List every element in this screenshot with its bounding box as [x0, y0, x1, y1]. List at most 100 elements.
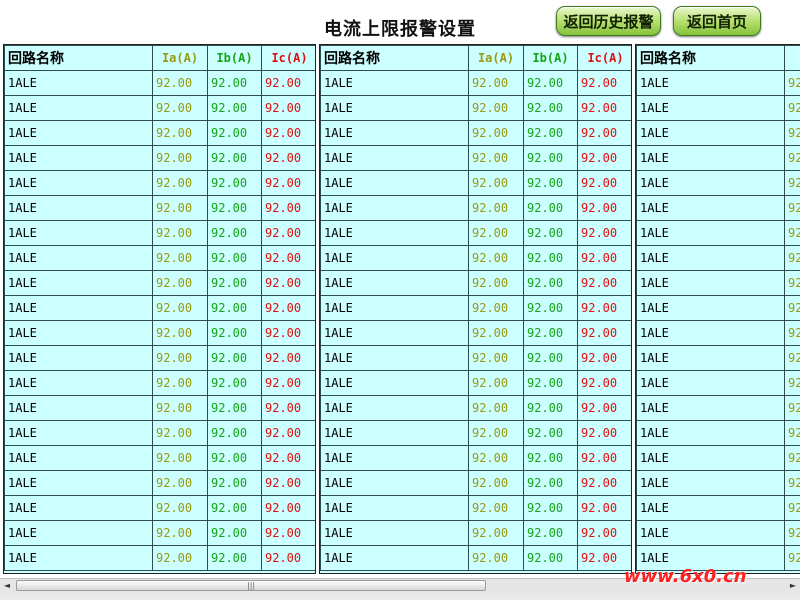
ic-limit-cell[interactable]: 92.00: [261, 320, 315, 346]
ic-limit-cell[interactable]: 92.00: [261, 420, 315, 446]
ia-limit-cell[interactable]: 92.00: [468, 470, 524, 496]
table-row[interactable]: 1ALE92: [636, 245, 800, 271]
table-row[interactable]: 1ALE 92.00 92.00 92.00: [320, 245, 631, 271]
ib-limit-cell[interactable]: 92.00: [523, 220, 578, 246]
table-row[interactable]: 1ALE92: [636, 495, 800, 521]
ia-limit-cell[interactable]: 92.00: [152, 470, 208, 496]
ia-limit-cell[interactable]: 92: [784, 470, 800, 496]
ic-limit-cell[interactable]: 92.00: [577, 445, 631, 471]
ia-limit-cell[interactable]: 92.00: [152, 270, 208, 296]
ia-limit-cell[interactable]: 92: [784, 120, 800, 146]
ic-limit-cell[interactable]: 92.00: [577, 220, 631, 246]
ib-limit-cell[interactable]: 92.00: [523, 470, 578, 496]
table-row[interactable]: 1ALE 92.00 92.00 92.00: [4, 295, 315, 321]
table-row[interactable]: 1ALE92: [636, 170, 800, 196]
table-row[interactable]: 1ALE 92.00 92.00 92.00: [4, 195, 315, 221]
table-row[interactable]: 1ALE 92.00 92.00 92.00: [4, 495, 315, 521]
ia-limit-cell[interactable]: 92: [784, 520, 800, 546]
ia-limit-cell[interactable]: 92.00: [152, 520, 208, 546]
ia-limit-cell[interactable]: 92.00: [152, 545, 208, 571]
table-row[interactable]: 1ALE92: [636, 395, 800, 421]
ib-limit-cell[interactable]: 92.00: [523, 95, 578, 121]
return-home-button[interactable]: 返回首页: [673, 6, 761, 36]
ic-limit-cell[interactable]: 92.00: [577, 395, 631, 421]
ia-limit-cell[interactable]: 92: [784, 495, 800, 521]
ib-limit-cell[interactable]: 92.00: [523, 370, 578, 396]
ia-limit-cell[interactable]: 92: [784, 295, 800, 321]
ia-limit-cell[interactable]: 92.00: [468, 95, 524, 121]
ia-limit-cell[interactable]: 92: [784, 245, 800, 271]
table-row[interactable]: 1ALE 92.00 92.00 92.00: [4, 445, 315, 471]
ia-limit-cell[interactable]: 92.00: [152, 195, 208, 221]
table-row[interactable]: 1ALE 92.00 92.00 92.00: [320, 145, 631, 171]
ic-limit-cell[interactable]: 92.00: [261, 520, 315, 546]
ib-limit-cell[interactable]: 92.00: [207, 395, 262, 421]
ib-limit-cell[interactable]: 92.00: [207, 345, 262, 371]
ia-limit-cell[interactable]: 92.00: [152, 120, 208, 146]
table-row[interactable]: 1ALE92: [636, 220, 800, 246]
table-row[interactable]: 1ALE 92.00 92.00 92.00: [4, 245, 315, 271]
ia-limit-cell[interactable]: 92.00: [152, 295, 208, 321]
ib-limit-cell[interactable]: 92.00: [207, 170, 262, 196]
ib-limit-cell[interactable]: 92.00: [523, 520, 578, 546]
ia-limit-cell[interactable]: 92.00: [152, 495, 208, 521]
table-row[interactable]: 1ALE 92.00 92.00 92.00: [320, 120, 631, 146]
table-row[interactable]: 1ALE92: [636, 520, 800, 546]
ia-limit-cell[interactable]: 92.00: [468, 195, 524, 221]
ic-limit-cell[interactable]: 92.00: [261, 220, 315, 246]
ia-limit-cell[interactable]: 92.00: [152, 445, 208, 471]
table-row[interactable]: 1ALE 92.00 92.00 92.00: [320, 195, 631, 221]
ib-limit-cell[interactable]: 92.00: [207, 470, 262, 496]
table-row[interactable]: 1ALE 92.00 92.00 92.00: [4, 545, 315, 571]
ia-limit-cell[interactable]: 92.00: [152, 395, 208, 421]
ic-limit-cell[interactable]: 92.00: [577, 320, 631, 346]
ib-limit-cell[interactable]: 92.00: [523, 345, 578, 371]
ic-limit-cell[interactable]: 92.00: [261, 195, 315, 221]
table-row[interactable]: 1ALE92: [636, 295, 800, 321]
ia-limit-cell[interactable]: 92.00: [152, 420, 208, 446]
ia-limit-cell[interactable]: 92.00: [468, 370, 524, 396]
table-row[interactable]: 1ALE 92.00 92.00 92.00: [320, 220, 631, 246]
table-row[interactable]: 1ALE 92.00 92.00 92.00: [320, 420, 631, 446]
ic-limit-cell[interactable]: 92.00: [577, 420, 631, 446]
ib-limit-cell[interactable]: 92.00: [207, 520, 262, 546]
ic-limit-cell[interactable]: 92.00: [261, 145, 315, 171]
ia-limit-cell[interactable]: 92.00: [152, 345, 208, 371]
table-row[interactable]: 1ALE92: [636, 195, 800, 221]
ia-limit-cell[interactable]: 92.00: [152, 220, 208, 246]
table-row[interactable]: 1ALE92: [636, 470, 800, 496]
table-row[interactable]: 1ALE92: [636, 345, 800, 371]
ia-limit-cell[interactable]: 92.00: [152, 170, 208, 196]
ic-limit-cell[interactable]: 92.00: [577, 145, 631, 171]
table-row[interactable]: 1ALE 92.00 92.00 92.00: [320, 545, 631, 571]
ib-limit-cell[interactable]: 92.00: [207, 270, 262, 296]
ic-limit-cell[interactable]: 92.00: [261, 345, 315, 371]
ib-limit-cell[interactable]: 92.00: [207, 370, 262, 396]
ib-limit-cell[interactable]: 92.00: [523, 270, 578, 296]
table-row[interactable]: 1ALE 92.00 92.00 92.00: [4, 320, 315, 346]
ia-limit-cell[interactable]: 92: [784, 445, 800, 471]
ia-limit-cell[interactable]: 92.00: [152, 95, 208, 121]
ic-limit-cell[interactable]: 92.00: [261, 495, 315, 521]
ia-limit-cell[interactable]: 92.00: [152, 370, 208, 396]
table-row[interactable]: 1ALE92: [636, 420, 800, 446]
ia-limit-cell[interactable]: 92.00: [468, 70, 524, 96]
ia-limit-cell[interactable]: 92.00: [468, 220, 524, 246]
ib-limit-cell[interactable]: 92.00: [523, 195, 578, 221]
ia-limit-cell[interactable]: 92.00: [152, 320, 208, 346]
ib-limit-cell[interactable]: 92.00: [207, 495, 262, 521]
table-row[interactable]: 1ALE 92.00 92.00 92.00: [4, 170, 315, 196]
table-row[interactable]: 1ALE 92.00 92.00 92.00: [4, 145, 315, 171]
ic-limit-cell[interactable]: 92.00: [261, 245, 315, 271]
ib-limit-cell[interactable]: 92.00: [523, 295, 578, 321]
ia-limit-cell[interactable]: 92: [784, 145, 800, 171]
ib-limit-cell[interactable]: 92.00: [207, 70, 262, 96]
table-row[interactable]: 1ALE 92.00 92.00 92.00: [320, 295, 631, 321]
table-row[interactable]: 1ALE 92.00 92.00 92.00: [320, 270, 631, 296]
ib-limit-cell[interactable]: 92.00: [207, 545, 262, 571]
ia-limit-cell[interactable]: 92: [784, 395, 800, 421]
table-row[interactable]: 1ALE 92.00 92.00 92.00: [4, 220, 315, 246]
table-row[interactable]: 1ALE 92.00 92.00 92.00: [4, 70, 315, 96]
table-row[interactable]: 1ALE 92.00 92.00 92.00: [4, 345, 315, 371]
ia-limit-cell[interactable]: 92.00: [468, 345, 524, 371]
